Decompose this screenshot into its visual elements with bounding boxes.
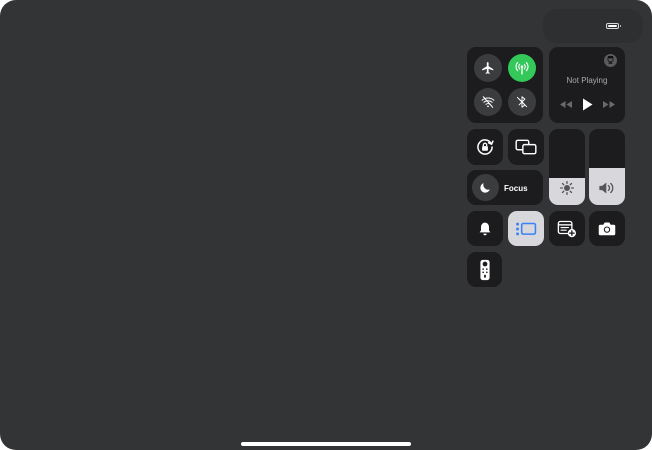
now-playing-module[interactable]: Not Playing — [549, 47, 625, 123]
playback-controls — [549, 97, 625, 111]
orientation-lock-button[interactable] — [467, 129, 503, 165]
status-bar — [543, 9, 643, 43]
bell-icon — [479, 222, 491, 235]
camera-icon — [598, 222, 616, 236]
bluetooth-button[interactable] — [508, 88, 536, 116]
apple-tv-remote-button[interactable] — [467, 252, 502, 287]
wifi-button[interactable] — [474, 88, 502, 116]
focus-icon-circle — [472, 174, 499, 201]
wifi-off-icon — [481, 96, 495, 108]
quick-note-button[interactable] — [549, 211, 585, 246]
bluetooth-off-icon — [516, 96, 528, 108]
camera-button[interactable] — [589, 211, 625, 246]
orientation-lock-icon — [477, 139, 494, 155]
quick-note-icon — [557, 220, 576, 237]
apple-tv-remote-icon — [479, 259, 490, 280]
cellular-data-button[interactable] — [508, 54, 536, 82]
focus-label: Focus — [504, 184, 528, 193]
now-playing-title: Not Playing — [566, 76, 608, 85]
airplane-icon — [482, 62, 494, 74]
home-screen: Not Playing Focus — [0, 0, 652, 450]
volume-slider[interactable] — [589, 129, 625, 205]
screen-mirroring-button[interactable] — [508, 129, 544, 165]
stage-manager-icon — [516, 222, 537, 235]
connectivity-module — [467, 47, 543, 123]
screen-mirroring-icon — [515, 139, 537, 155]
moon-icon — [480, 183, 490, 193]
focus-button[interactable]: Focus — [467, 170, 543, 205]
stage-manager-button[interactable] — [508, 211, 544, 246]
play-icon[interactable] — [582, 98, 593, 111]
speaker-icon — [599, 182, 614, 194]
brightness-slider[interactable] — [549, 129, 585, 205]
battery-full-icon — [606, 23, 621, 29]
sun-icon — [560, 181, 574, 195]
airplay-button[interactable] — [604, 54, 617, 67]
airplay-icon — [607, 56, 614, 64]
cellular-data-icon — [515, 62, 529, 75]
rewind-icon[interactable] — [559, 100, 573, 109]
silent-mode-button[interactable] — [467, 211, 503, 246]
airplane-mode-button[interactable] — [474, 54, 502, 82]
fast-forward-icon[interactable] — [602, 100, 616, 109]
home-indicator[interactable] — [241, 442, 411, 446]
